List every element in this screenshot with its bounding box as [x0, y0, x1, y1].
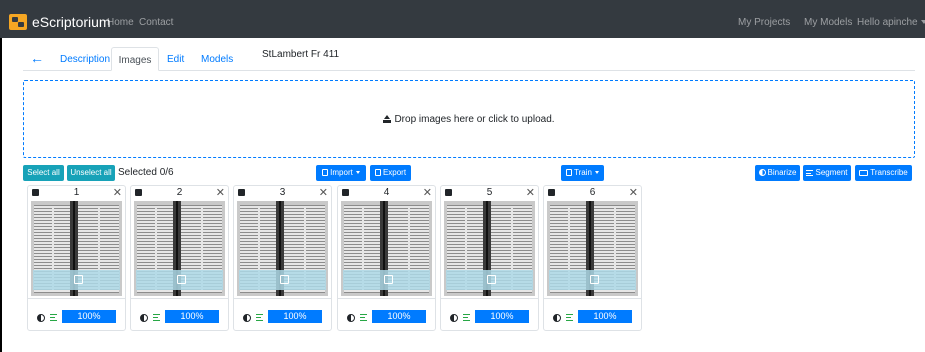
train-button[interactable]: Train [561, 165, 604, 181]
export-button[interactable]: Export [370, 165, 411, 181]
binarize-label: Binarize [767, 168, 797, 177]
close-icon[interactable]: ✕ [629, 188, 638, 199]
user-menu-label: Hello apinche [857, 17, 918, 28]
tab-images-label: Images [118, 55, 152, 66]
segment-label: Segment [815, 168, 848, 177]
card-number: 4 [383, 187, 390, 198]
nav-my-models[interactable]: My Models [804, 17, 852, 29]
export-label: Export [382, 168, 407, 177]
image-card[interactable]: 5 ✕ 100% [440, 185, 539, 331]
selected-count: Selected 0/6 [118, 167, 174, 178]
segment-status-icon [360, 314, 367, 321]
transcription-progress: 100% [165, 310, 219, 323]
train-icon [566, 169, 573, 176]
segment-button[interactable]: Segment [803, 165, 851, 181]
edit-icon[interactable] [177, 275, 186, 284]
close-icon[interactable]: ✕ [526, 188, 535, 199]
segment-status-icon [153, 314, 160, 321]
dropzone-message: Drop images here or click to upload. [24, 114, 914, 125]
edit-icon[interactable] [590, 275, 599, 284]
segment-status-icon [50, 314, 57, 321]
edit-icon[interactable] [487, 275, 496, 284]
import-button[interactable]: Import [316, 165, 366, 181]
transcription-progress: 100% [578, 310, 632, 323]
card-divider [234, 298, 331, 299]
card-number: 5 [486, 187, 493, 198]
tab-models[interactable]: Models [201, 54, 233, 66]
edit-icon[interactable] [384, 275, 393, 284]
document-title: StLambert Fr 411 [262, 49, 340, 60]
contrast-icon [243, 314, 251, 322]
card-number: 2 [176, 187, 183, 198]
card-divider [28, 298, 125, 299]
unselect-all-button[interactable]: Unselect all [67, 165, 115, 181]
import-icon [322, 169, 329, 176]
segment-status-icon [566, 314, 573, 321]
segment-status-icon [463, 314, 470, 321]
segment-status-icon [256, 314, 263, 321]
transcription-progress: 100% [268, 310, 322, 323]
contrast-icon [347, 314, 355, 322]
export-icon [374, 169, 381, 176]
nav-contact[interactable]: Contact [139, 17, 173, 29]
image-card[interactable]: 1 ✕ 100% [27, 185, 126, 331]
contrast-icon [37, 314, 45, 322]
card-divider [131, 298, 228, 299]
select-all-button[interactable]: Select all [23, 165, 64, 181]
image-card[interactable]: 3 ✕ 100% [233, 185, 332, 331]
transcribe-label: Transcribe [870, 168, 908, 177]
brand-name[interactable]: eScriptorium [32, 14, 111, 30]
binarize-button[interactable]: Binarize [755, 165, 800, 181]
upload-dropzone[interactable]: Drop images here or click to upload. [23, 80, 915, 158]
segment-icon [806, 170, 814, 176]
user-menu[interactable]: Hello apinche [857, 17, 925, 29]
dropzone-text: Drop images here or click to upload. [394, 114, 555, 125]
tab-edit[interactable]: Edit [167, 54, 184, 66]
transcription-progress: 100% [372, 310, 426, 323]
transcribe-icon [859, 170, 869, 176]
contrast-icon [140, 314, 148, 322]
edit-icon[interactable] [280, 275, 289, 284]
card-number: 6 [589, 187, 596, 198]
chevron-down-icon [920, 20, 925, 25]
upload-icon [383, 115, 392, 123]
tab-images[interactable]: Images [111, 47, 159, 71]
card-divider [441, 298, 538, 299]
chevron-down-icon [355, 171, 360, 175]
nav-home[interactable]: Home [107, 17, 134, 29]
window-left-edge [0, 38, 2, 352]
image-card[interactable]: 2 ✕ 100% [130, 185, 229, 331]
tab-description[interactable]: Description [60, 54, 110, 66]
import-label: Import [330, 168, 353, 177]
back-arrow-icon[interactable]: ← [30, 51, 44, 65]
binarize-icon [758, 169, 766, 176]
transcribe-button[interactable]: Transcribe [855, 165, 912, 181]
train-label: Train [574, 168, 592, 177]
escriptorium-logo-icon[interactable] [9, 14, 27, 30]
close-icon[interactable]: ✕ [319, 188, 328, 199]
close-icon[interactable]: ✕ [423, 188, 432, 199]
nav-my-projects[interactable]: My Projects [738, 17, 790, 29]
contrast-icon [450, 314, 458, 322]
transcription-progress: 100% [475, 310, 529, 323]
edit-icon[interactable] [74, 275, 83, 284]
card-divider [338, 298, 435, 299]
card-divider [544, 298, 641, 299]
close-icon[interactable]: ✕ [113, 188, 122, 199]
image-card[interactable]: 6 ✕ 100% [543, 185, 642, 331]
transcription-progress: 100% [62, 310, 116, 323]
chevron-down-icon [594, 171, 599, 175]
image-card[interactable]: 4 ✕ 100% [337, 185, 436, 331]
close-icon[interactable]: ✕ [216, 188, 225, 199]
card-number: 1 [73, 187, 80, 198]
card-number: 3 [279, 187, 286, 198]
contrast-icon [553, 314, 561, 322]
